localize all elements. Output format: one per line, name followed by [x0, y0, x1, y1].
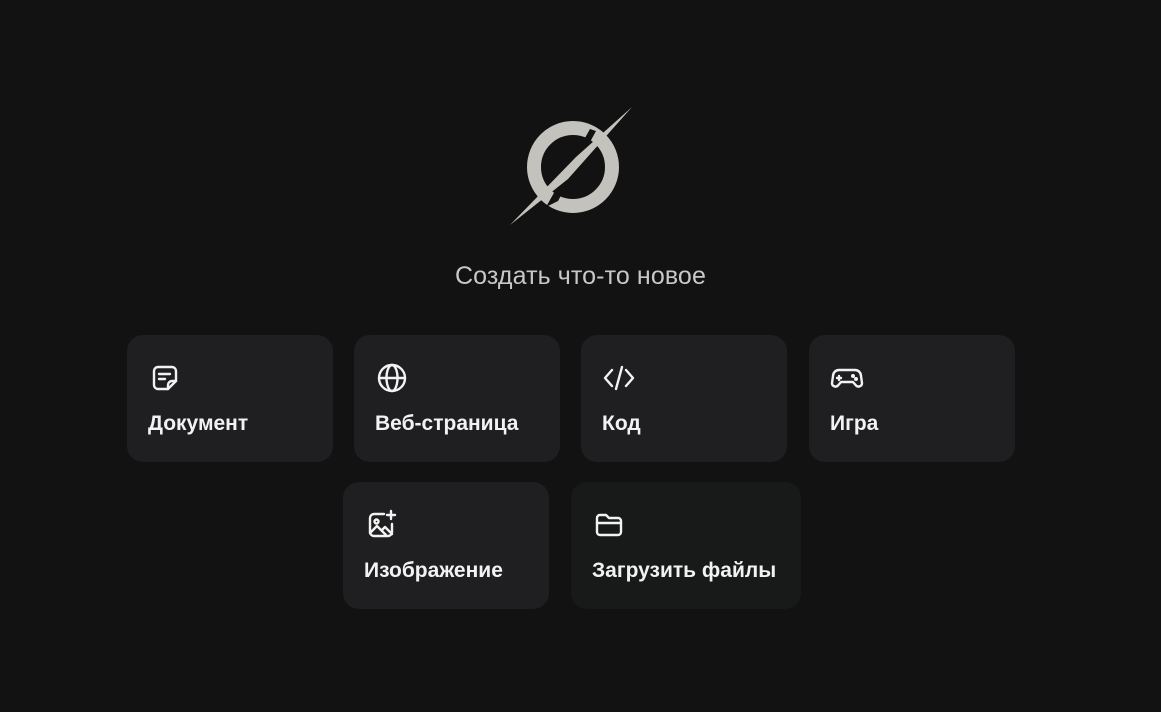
card-label: Документ [148, 412, 249, 435]
create-code-card[interactable]: Код [581, 335, 787, 462]
create-document-card[interactable]: Документ [127, 335, 333, 462]
logo [506, 105, 636, 227]
document-icon [148, 361, 182, 395]
card-label: Изображение [364, 559, 503, 582]
code-icon [602, 361, 636, 395]
globe-icon [375, 361, 409, 395]
card-label: Игра [830, 412, 879, 435]
create-webpage-card[interactable]: Веб-страница [354, 335, 560, 462]
page-title: Создать что-то новое [455, 262, 706, 290]
card-label: Веб-страница [375, 412, 519, 435]
create-game-card[interactable]: Игра [809, 335, 1015, 462]
upload-files-card[interactable]: Загрузить файлы [571, 482, 801, 609]
compass-slash-logo-icon [510, 107, 632, 225]
folder-icon [592, 508, 626, 542]
gamepad-icon [830, 361, 864, 395]
card-label: Код [602, 412, 641, 435]
image-sparkle-icon [364, 508, 398, 542]
create-image-card[interactable]: Изображение [343, 482, 549, 609]
card-label: Загрузить файлы [592, 559, 777, 582]
